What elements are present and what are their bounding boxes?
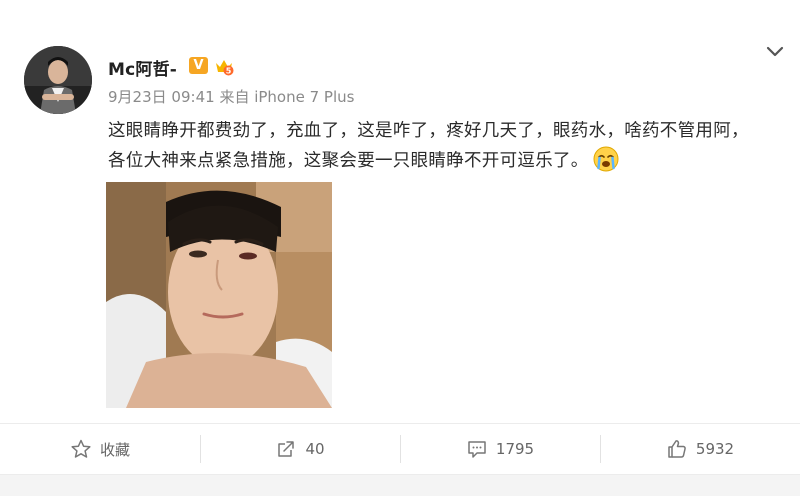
post-source: 来自 iPhone 7 Plus [219,88,355,106]
like-count: 5932 [695,440,735,458]
action-bar: 收藏 40 1795 5932 [0,424,800,474]
svg-text:5: 5 [226,67,232,76]
thumbs-up-icon [666,438,688,460]
post-time: 09:41 [171,88,215,106]
weibo-post: Mc阿哲- V 5 9月23日 09:41 来自 iPhone 7 Plus 这… [0,0,800,496]
author-name[interactable]: Mc阿哲- [108,55,177,80]
comment-count: 1795 [495,440,535,458]
avatar[interactable] [24,46,92,114]
like-button[interactable]: 5932 [600,424,800,474]
crying-face-emoji [593,146,619,172]
avatar-image [24,46,92,114]
crown-icon: 5 [213,55,235,77]
post-date[interactable]: 9月23日 [108,88,167,106]
post-timestamp: 9月23日 09:41 来自 iPhone 7 Plus [108,86,354,107]
comment-button[interactable]: 1795 [400,424,600,474]
comment-icon [466,438,488,460]
favorite-label: 收藏 [99,440,130,459]
star-icon [70,438,92,460]
bottom-strip [0,474,800,496]
verified-badge: V [189,57,208,74]
selfie-photo[interactable] [106,182,332,408]
post-text: 这眼睛睁开都费劲了，充血了，这是咋了，疼好几天了，眼药水，啥药不管用阿，各位大神… [108,121,749,171]
post-body: 这眼睛睁开都费劲了，充血了，这是咋了，疼好几天了，眼药水，啥药不管用阿，各位大神… [108,116,763,176]
favorite-button[interactable]: 收藏 [0,424,200,474]
chevron-down-icon[interactable] [764,43,786,61]
share-count: 40 [305,440,325,458]
share-icon [275,438,297,460]
share-button[interactable]: 40 [200,424,400,474]
